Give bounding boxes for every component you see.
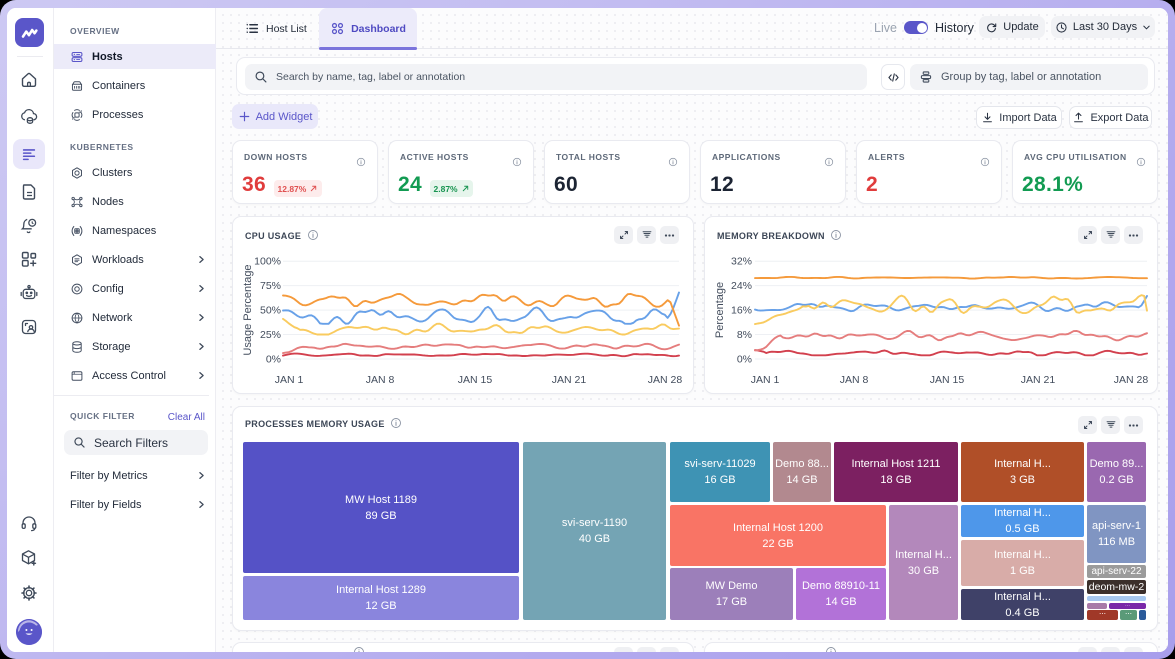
svg-text:24%: 24%: [731, 280, 752, 292]
svg-text:16%: 16%: [731, 304, 752, 316]
svg-text:Usage Percentage: Usage Percentage: [242, 264, 254, 355]
svg-text:32%: 32%: [731, 256, 752, 268]
svg-text:JAN 21: JAN 21: [1021, 374, 1056, 386]
svg-text:JAN 1: JAN 1: [751, 374, 780, 386]
svg-text:8%: 8%: [737, 329, 752, 341]
svg-text:JAN 15: JAN 15: [458, 374, 493, 386]
svg-text:100%: 100%: [254, 256, 281, 268]
svg-text:75%: 75%: [260, 280, 281, 292]
svg-text:Percentage: Percentage: [714, 282, 726, 338]
svg-text:JAN 28: JAN 28: [648, 374, 683, 386]
svg-text:0%: 0%: [737, 353, 752, 365]
svg-text:25%: 25%: [260, 329, 281, 341]
svg-text:JAN 8: JAN 8: [840, 374, 869, 386]
svg-text:0%: 0%: [266, 353, 281, 365]
svg-text:JAN 8: JAN 8: [366, 374, 395, 386]
svg-text:JAN 28: JAN 28: [1114, 374, 1149, 386]
svg-text:JAN 15: JAN 15: [930, 374, 965, 386]
svg-text:50%: 50%: [260, 304, 281, 316]
svg-text:JAN 1: JAN 1: [275, 374, 304, 386]
svg-text:JAN 21: JAN 21: [552, 374, 587, 386]
